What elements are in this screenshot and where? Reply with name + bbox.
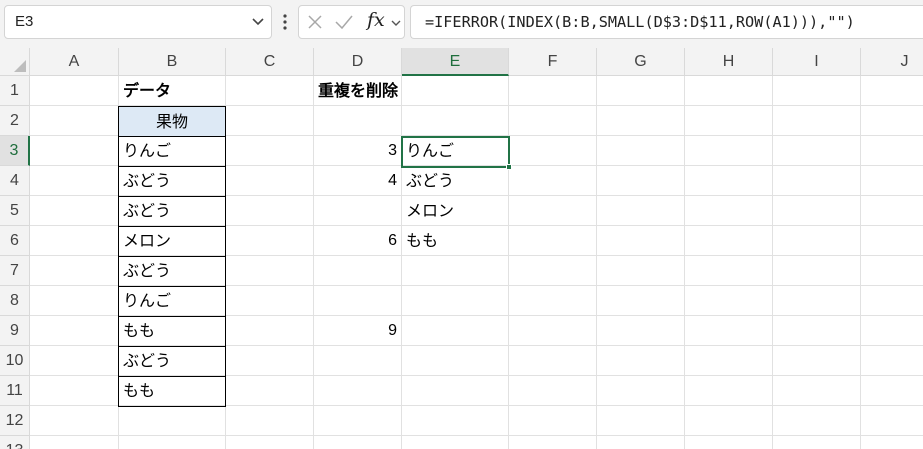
cell-b11[interactable]: もも bbox=[118, 376, 225, 406]
cell-b10[interactable]: ぶどう bbox=[118, 346, 225, 376]
cell-b8[interactable]: りんご bbox=[118, 286, 225, 316]
formula-controls: fx bbox=[298, 5, 405, 39]
row-header-6[interactable]: 6 bbox=[0, 226, 30, 256]
name-box-value: E3 bbox=[15, 13, 34, 30]
column-header-e[interactable]: E bbox=[402, 48, 509, 76]
chevron-down-icon[interactable] bbox=[251, 14, 265, 28]
cell-e5[interactable]: メロン bbox=[401, 196, 508, 226]
row-header-10[interactable]: 10 bbox=[0, 346, 30, 376]
cell-d9[interactable]: 9 bbox=[313, 316, 401, 346]
insert-function-button[interactable]: fx bbox=[367, 9, 385, 31]
column-header-d[interactable]: D bbox=[314, 48, 402, 76]
name-box[interactable]: E3 bbox=[4, 5, 272, 39]
row-header-5[interactable]: 5 bbox=[0, 196, 30, 226]
active-cell-border bbox=[401, 136, 510, 168]
row-header-3[interactable]: 3 bbox=[0, 136, 30, 166]
column-header-i[interactable]: I bbox=[773, 48, 861, 76]
select-all-triangle-icon bbox=[14, 60, 26, 72]
row-header-7[interactable]: 7 bbox=[0, 256, 30, 286]
column-header-j[interactable]: J bbox=[861, 48, 923, 76]
cell-b4[interactable]: ぶどう bbox=[118, 166, 225, 196]
column-header-g[interactable]: G bbox=[597, 48, 685, 76]
cell-b5[interactable]: ぶどう bbox=[118, 196, 225, 226]
column-header-f[interactable]: F bbox=[509, 48, 597, 76]
cell-b9[interactable]: もも bbox=[118, 316, 225, 346]
row-header-11[interactable]: 11 bbox=[0, 376, 30, 406]
column-header-h[interactable]: H bbox=[685, 48, 773, 76]
formula-input[interactable]: =IFERROR(INDEX(B:B,SMALL(D$3:D$11,ROW(A1… bbox=[410, 5, 923, 39]
row-header-12[interactable]: 12 bbox=[0, 406, 30, 436]
row-header-13[interactable]: 13 bbox=[0, 436, 30, 449]
chevron-down-icon[interactable] bbox=[390, 17, 402, 29]
cell-b3[interactable]: りんご bbox=[118, 136, 225, 166]
cell-b7[interactable]: ぶどう bbox=[118, 256, 225, 286]
cell-e6[interactable]: もも bbox=[401, 226, 508, 256]
cell-b1[interactable]: データ bbox=[118, 76, 225, 106]
fill-handle[interactable] bbox=[506, 164, 512, 170]
confirm-check-icon[interactable] bbox=[334, 13, 354, 31]
more-options-icon[interactable] bbox=[281, 11, 289, 33]
cell-d3[interactable]: 3 bbox=[313, 136, 401, 166]
row-header-4[interactable]: 4 bbox=[0, 166, 30, 196]
row-header-9[interactable]: 9 bbox=[0, 316, 30, 346]
cell-d6[interactable]: 6 bbox=[313, 226, 401, 256]
cancel-icon[interactable] bbox=[306, 13, 324, 31]
column-header-a[interactable]: A bbox=[30, 48, 119, 76]
column-header-c[interactable]: C bbox=[226, 48, 314, 76]
select-all-button[interactable] bbox=[0, 48, 30, 76]
row-header-8[interactable]: 8 bbox=[0, 286, 30, 316]
cell-b6[interactable]: メロン bbox=[118, 226, 225, 256]
formula-text: =IFERROR(INDEX(B:B,SMALL(D$3:D$11,ROW(A1… bbox=[425, 13, 855, 31]
cell-d1[interactable]: 重複を削除 bbox=[313, 76, 433, 106]
column-header-b[interactable]: B bbox=[119, 48, 226, 76]
formula-bar: E3 fx =IFERROR(INDEX(B:B,SMALL(D$3:D$11,… bbox=[0, 0, 923, 48]
row-header-1[interactable]: 1 bbox=[0, 76, 30, 106]
cell-d4[interactable]: 4 bbox=[313, 166, 401, 196]
cell-e4[interactable]: ぶどう bbox=[401, 166, 508, 196]
row-header-2[interactable]: 2 bbox=[0, 106, 30, 136]
table-header-fruit[interactable]: 果物 bbox=[119, 107, 225, 137]
